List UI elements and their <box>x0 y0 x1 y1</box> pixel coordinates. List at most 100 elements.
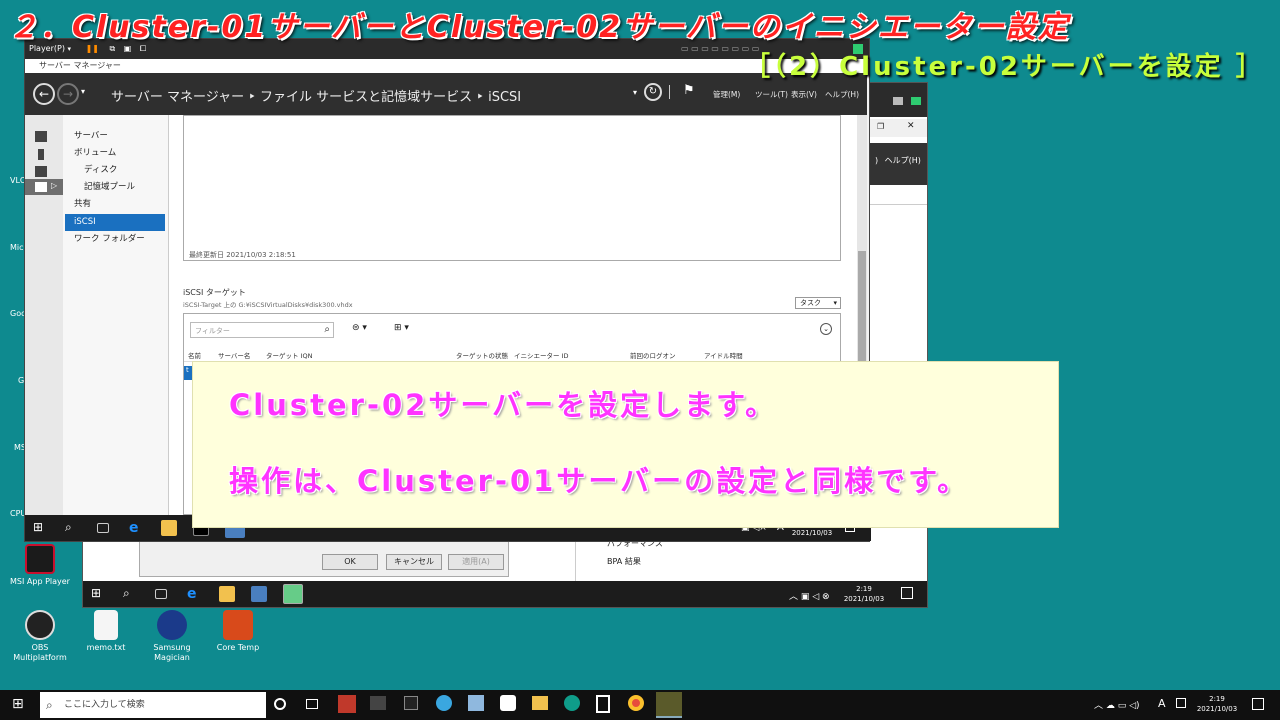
task-dropdown[interactable]: タスク ▾ <box>795 297 841 309</box>
nav-item-servers[interactable]: サーバー <box>65 128 165 145</box>
clock-date: 2021/10/03 <box>791 529 833 537</box>
clock-date: 2021/10/03 <box>843 595 885 603</box>
desktop-icon-memo[interactable]: memo.txt <box>74 610 138 653</box>
back-window-titlebar <box>869 83 927 117</box>
ime-indicator[interactable]: A <box>1158 697 1166 710</box>
apply-button[interactable]: 適用(A) <box>448 554 504 570</box>
app-icon-notes[interactable] <box>468 695 484 711</box>
windows-start-icon[interactable]: ⊞ <box>33 520 49 536</box>
chevron-down-icon[interactable]: ▾ <box>68 45 72 53</box>
flag-icon[interactable]: ⚑ <box>683 83 695 98</box>
windows-start-icon[interactable]: ⊞ <box>91 586 107 602</box>
host-taskbar: ⊞ ⌕ ここに入力して検索 ︿ ☁ ▭ ◁) A 2:19 2021/10/03 <box>0 690 1280 720</box>
group-by-icon[interactable]: ⊜ ▾ <box>352 323 367 333</box>
desktop-icon-label: Core Temp <box>216 643 260 652</box>
column-header-server[interactable]: サーバー名 <box>218 350 250 360</box>
menu-help[interactable]: ヘルプ(H) <box>825 89 859 100</box>
desktop-icon-msi-app-player[interactable]: MSI App Player <box>8 544 72 587</box>
app-icon-terminal[interactable] <box>370 696 386 710</box>
close-icon[interactable]: ✕ <box>907 121 915 131</box>
expand-icon[interactable]: ⌄ <box>820 323 832 335</box>
server-manager-icon[interactable] <box>251 586 267 602</box>
column-header-target-status[interactable]: ターゲットの状態 <box>456 350 508 360</box>
back-arrow-icon[interactable]: ← <box>33 83 55 105</box>
menu-view[interactable]: 表示(V) <box>791 89 817 100</box>
history-dropdown-icon[interactable]: ▾ <box>81 87 85 96</box>
desktop-icon-label: OBS Multiplatform <box>13 643 67 662</box>
app-icon-film[interactable] <box>596 695 610 713</box>
forward-arrow-icon[interactable]: → <box>57 83 79 105</box>
folder-icon[interactable] <box>161 520 177 536</box>
menu-tools[interactable]: ツール(T) <box>755 89 788 100</box>
column-header-idle-time[interactable]: アイドル時間 <box>704 350 743 360</box>
ok-button[interactable]: OK <box>322 554 378 570</box>
nav-item-disks[interactable]: ディスク <box>65 162 165 179</box>
folder-icon[interactable] <box>532 696 548 710</box>
edge-icon[interactable] <box>564 695 580 711</box>
cortana-icon[interactable] <box>274 698 286 710</box>
column-header-name[interactable]: 名前 <box>188 350 201 360</box>
nav-item-shares[interactable]: 共有 <box>65 196 165 213</box>
server-manager-header: ← → ▾ サーバー マネージャー ‣ ファイル サービスと記憶域サービス ‣ … <box>25 73 867 115</box>
host-clock[interactable]: 2:19 2021/10/03 <box>1192 694 1242 714</box>
notification-icon[interactable] <box>901 587 913 599</box>
edge-icon[interactable]: e <box>187 586 203 602</box>
folder-icon[interactable] <box>219 586 235 602</box>
restore-icon[interactable]: ❐ <box>877 122 884 131</box>
chevron-down-icon: ▾ <box>833 299 837 307</box>
back-toolbar-icon[interactable] <box>893 97 903 105</box>
menu-manage[interactable]: 管理(M) <box>713 89 740 100</box>
local-server-icon[interactable] <box>38 149 44 160</box>
refresh-dropdown-icon[interactable]: ▾ <box>633 88 637 97</box>
task-view-icon[interactable] <box>155 589 167 599</box>
edge-icon[interactable]: e <box>129 520 145 536</box>
calendar-icon[interactable] <box>1176 698 1186 708</box>
column-header-target-iqn[interactable]: ターゲット IQN <box>266 350 312 360</box>
nav-item-storage-pools[interactable]: 記憶域プール <box>65 179 165 196</box>
app-icon-red[interactable] <box>338 695 356 713</box>
chrome-icon[interactable] <box>628 695 644 711</box>
cancel-button[interactable]: キャンセル <box>386 554 442 570</box>
back-menu-panel: ) ヘルプ(H) <box>869 143 927 185</box>
iscsi-initiator-icon[interactable] <box>283 584 303 604</box>
search-placeholder: ここに入力して検索 <box>64 700 145 710</box>
task-view-icon[interactable] <box>306 699 318 709</box>
task-view-icon[interactable] <box>97 523 109 533</box>
back-vm-taskbar: ⊞ ⌕ e ︿ ▣ ◁ ⊗ 2:19 2021/10/03 <box>83 581 927 607</box>
nav-item-volumes[interactable]: ボリューム <box>65 145 165 162</box>
search-icon[interactable]: ⌕ <box>65 520 81 536</box>
taskbar-search-input[interactable]: ⌕ ここに入力して検索 <box>40 692 266 718</box>
saved-query-icon[interactable]: ⊞ ▾ <box>394 323 409 333</box>
desktop-icon-core-temp[interactable]: Core Temp <box>206 610 270 653</box>
back-vm-clock[interactable]: 2:19 2021/10/03 <box>841 584 887 604</box>
note-line-2: 操作は、Cluster-01サーバーの設定と同様です。 <box>229 464 970 498</box>
refresh-icon[interactable]: ↻ <box>644 83 662 101</box>
filter-placeholder: フィルター <box>195 327 230 335</box>
desktop-icon-obs[interactable]: OBS Multiplatform <box>8 610 72 663</box>
search-icon[interactable]: ⌕ <box>123 586 139 602</box>
app-icon-capture[interactable] <box>500 695 516 711</box>
windows-start-icon[interactable]: ⊞ <box>12 696 24 712</box>
desktop-icon-samsung-magician[interactable]: Samsung Magician <box>140 610 204 663</box>
instruction-note: Cluster-02サーバーを設定します。 操作は、Cluster-01サーバー… <box>192 361 1059 528</box>
clock-date: 2021/10/03 <box>1196 705 1238 713</box>
notification-icon[interactable] <box>1252 698 1264 710</box>
tray-icons[interactable]: ︿ ☁ ▭ ◁) <box>1094 698 1140 711</box>
back-menu-help[interactable]: ヘルプ(H) <box>885 156 921 165</box>
filter-input[interactable]: フィルター ⌕ <box>190 322 334 338</box>
nav-item-work-folders[interactable]: ワーク フォルダー <box>65 231 165 248</box>
app-icon-browser[interactable] <box>436 695 452 711</box>
file-services-icon[interactable]: ▷ <box>25 179 63 195</box>
dashboard-icon[interactable] <box>35 131 47 142</box>
back-window-controls: ❐ ✕ <box>869 119 927 137</box>
all-servers-icon[interactable] <box>35 166 47 177</box>
column-header-last-logon[interactable]: 前回のログオン <box>630 350 676 360</box>
clock-time: 2:19 <box>1209 695 1225 703</box>
nav-item-iscsi[interactable]: iSCSI <box>65 214 165 231</box>
back-message-icon[interactable] <box>911 97 921 105</box>
list-item-bpa[interactable]: BPA 結果 <box>577 553 727 571</box>
column-header-initiator-id[interactable]: イニシエーター ID <box>514 350 569 360</box>
tray-icons[interactable]: ︿ ▣ ◁ ⊗ <box>789 589 830 602</box>
app-icon-vmware[interactable] <box>656 692 682 718</box>
app-icon-media[interactable] <box>404 696 418 710</box>
